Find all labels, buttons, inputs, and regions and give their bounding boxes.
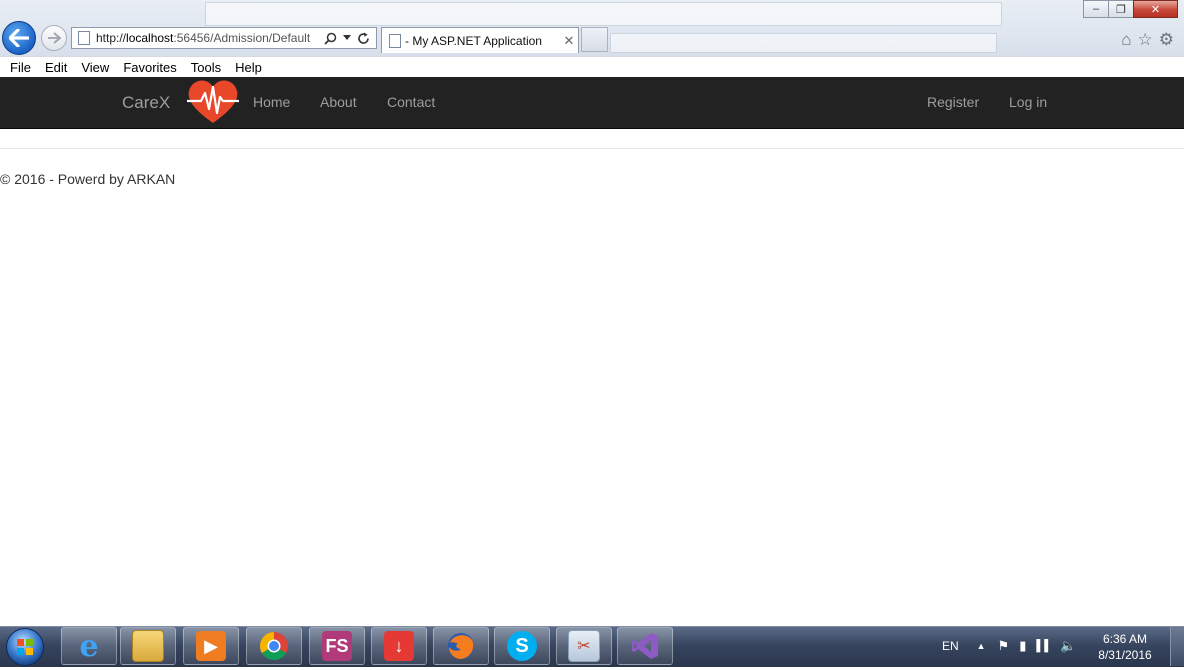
network-signal-icon[interactable]: ▌▌ [1036, 640, 1052, 652]
chrome-icon [260, 632, 288, 660]
arrow-left-icon [9, 29, 29, 47]
address-url[interactable]: http://localhost:56456/Admission/Default [96, 31, 324, 45]
menu-bar: File Edit View Favorites Tools Help [0, 56, 1184, 77]
taskbar-internet-explorer[interactable]: e [61, 627, 117, 665]
new-tab-button[interactable] [581, 27, 608, 52]
heart-pulse-icon[interactable] [187, 79, 239, 125]
tab-close-icon[interactable]: ✕ [560, 33, 578, 49]
menu-help[interactable]: Help [235, 60, 262, 75]
download-icon: ↓ [384, 631, 414, 661]
chevron-down-icon[interactable] [343, 35, 351, 41]
visual-studio-icon [632, 633, 658, 659]
url-scheme: http:// [96, 31, 127, 45]
windows-logo-icon [17, 639, 33, 655]
browser-tab[interactable]: - My ASP.NET Application ✕ [381, 27, 579, 53]
brand-link[interactable]: CareX [122, 93, 170, 113]
snipping-tool-icon: ✂ [568, 630, 600, 662]
nav-login[interactable]: Log in [1009, 94, 1047, 110]
show-hidden-icons-icon[interactable]: ▲ [977, 641, 986, 651]
taskbar-fs[interactable]: FS [309, 627, 365, 665]
internet-explorer-icon: e [79, 628, 99, 664]
volume-icon[interactable]: 🔈 [1060, 638, 1076, 654]
nav-about[interactable]: About [320, 94, 357, 110]
fs-icon: FS [322, 631, 352, 661]
menu-favorites[interactable]: Favorites [123, 60, 176, 75]
browser-toolbar-icons: ⌂ ☆ ⚙ [1121, 30, 1174, 50]
nav-home[interactable]: Home [253, 94, 290, 110]
taskbar-clock[interactable]: 6:36 AM 8/31/2016 [1090, 631, 1160, 663]
forward-button[interactable] [41, 25, 67, 51]
footer-text: © 2016 - Powerd by ARKAN [0, 171, 176, 187]
url-host: localhost [126, 31, 174, 45]
menu-edit[interactable]: Edit [45, 60, 67, 75]
back-button[interactable] [2, 21, 36, 55]
restore-button[interactable]: ❐ [1108, 0, 1134, 18]
arrow-right-icon [48, 32, 61, 44]
taskbar-firefox[interactable] [433, 627, 489, 665]
taskbar-download-manager[interactable]: ↓ [371, 627, 427, 665]
media-player-icon: ▶ [196, 631, 226, 661]
page-icon [78, 31, 90, 45]
background-window-ghost [205, 2, 1002, 26]
refresh-icon[interactable] [357, 32, 370, 45]
window-controls: – ❐ ✕ [1083, 0, 1178, 18]
site-navbar: CareX [0, 77, 1184, 129]
taskbar-file-explorer[interactable] [120, 627, 176, 665]
minimize-button[interactable]: – [1083, 0, 1109, 18]
clock-date: 8/31/2016 [1098, 648, 1152, 662]
tab-title: - My ASP.NET Application [405, 33, 542, 48]
home-icon[interactable]: ⌂ [1121, 30, 1131, 50]
favorites-star-icon[interactable]: ☆ [1138, 30, 1153, 50]
nav-contact[interactable]: Contact [387, 94, 435, 110]
start-button[interactable] [6, 628, 44, 666]
taskbar-media-player[interactable]: ▶ [183, 627, 239, 665]
taskbar-skype[interactable]: S [494, 627, 550, 665]
menu-tools[interactable]: Tools [191, 60, 221, 75]
taskbar-snipping-tool[interactable]: ✂ [556, 627, 612, 665]
skype-icon: S [507, 631, 537, 661]
firefox-icon [448, 633, 474, 659]
close-button[interactable]: ✕ [1133, 0, 1178, 18]
background-window-ghost [610, 33, 997, 53]
menu-view[interactable]: View [81, 60, 109, 75]
menu-file[interactable]: File [10, 60, 31, 75]
gear-icon[interactable]: ⚙ [1159, 30, 1174, 50]
footer-divider [0, 148, 1184, 149]
address-bar[interactable]: http://localhost:56456/Admission/Default [71, 27, 377, 49]
clock-time: 6:36 AM [1102, 632, 1148, 646]
nav-register[interactable]: Register [927, 94, 979, 110]
taskbar-chrome[interactable] [246, 627, 302, 665]
language-indicator[interactable]: EN [942, 639, 959, 653]
taskbar-visual-studio[interactable] [617, 627, 673, 665]
file-explorer-icon [132, 630, 164, 662]
page-icon [389, 33, 401, 48]
action-center-flag-icon[interactable]: ⚑ [998, 638, 1010, 654]
url-path: :56456/Admission/Default [173, 31, 311, 45]
battery-icon[interactable]: ▮ [1019, 638, 1026, 654]
system-tray: EN ▲ ⚑ ▮ ▌▌ 🔈 [930, 626, 1076, 666]
search-icon[interactable] [324, 32, 337, 45]
show-desktop-button[interactable] [1170, 627, 1184, 666]
